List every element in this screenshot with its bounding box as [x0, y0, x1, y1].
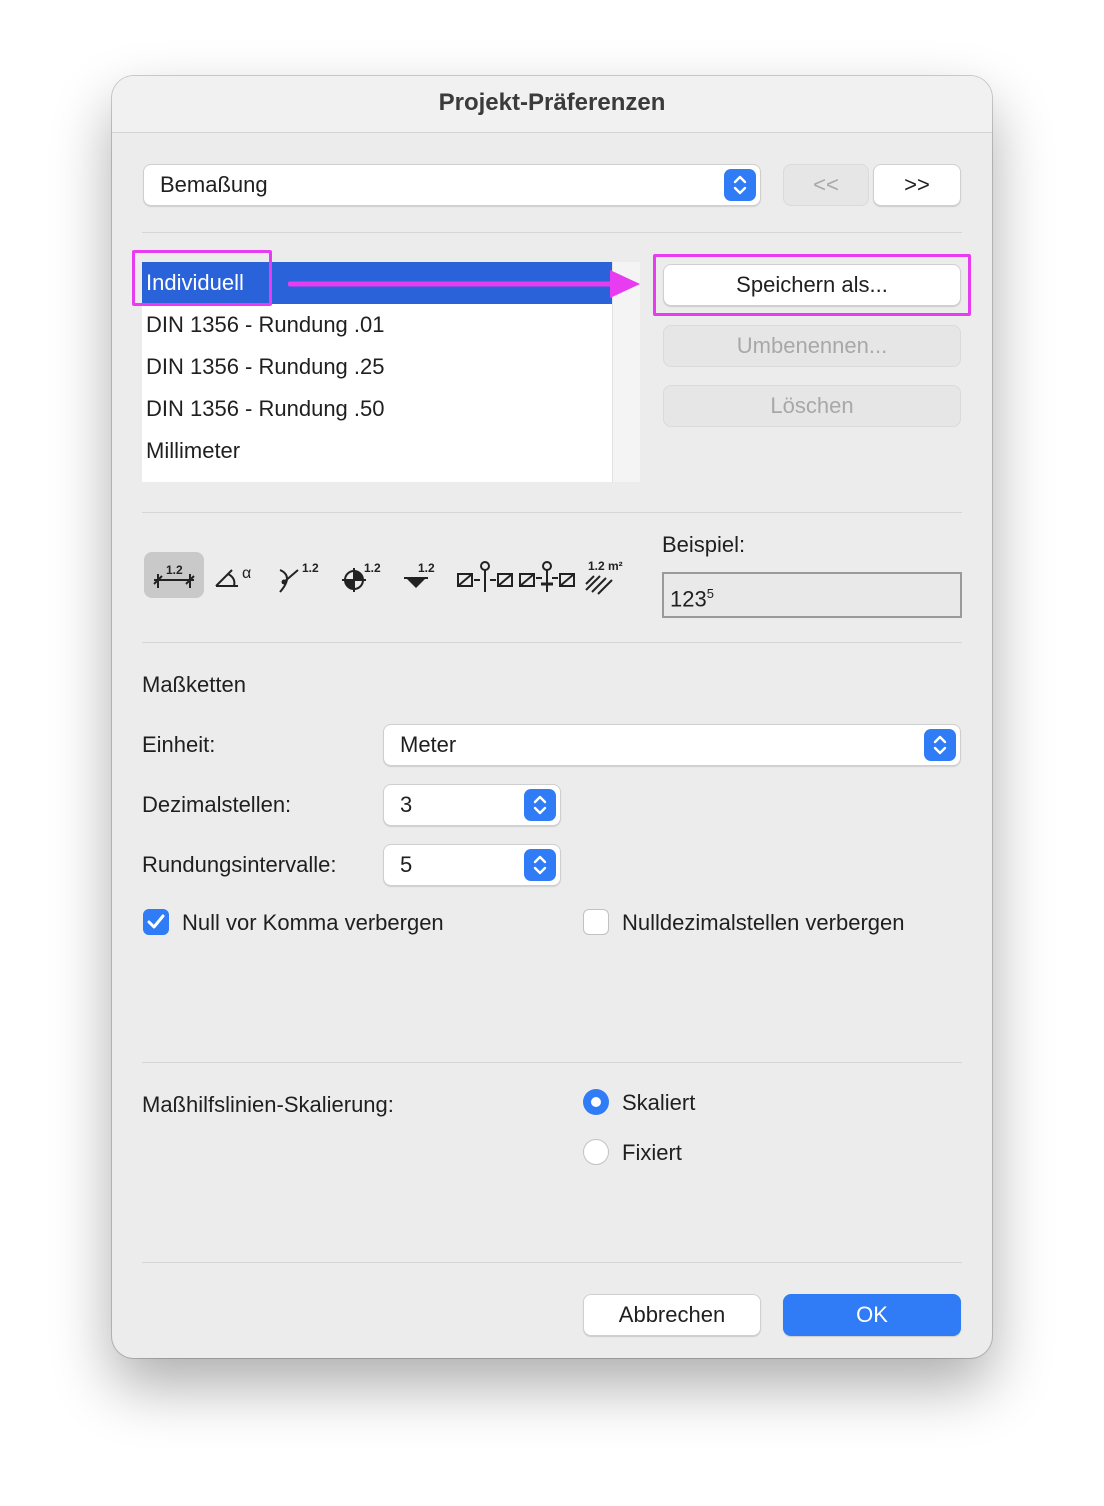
dimension-tool-bar: 1.2 α 1.2 1.2 1.2 1.2 m²	[144, 552, 634, 600]
hide-zero-checkbox[interactable]	[143, 909, 169, 935]
annotation-arrow-icon	[288, 270, 640, 298]
unit-popup[interactable]: Meter	[383, 724, 961, 766]
separator	[142, 642, 962, 643]
scaling-radio-scaled[interactable]	[583, 1089, 609, 1115]
category-popup-value: Bemaßung	[160, 172, 268, 197]
angle-dimension-icon[interactable]: α	[210, 552, 268, 598]
svg-text:α: α	[242, 565, 251, 582]
example-superscript: 5	[706, 586, 714, 601]
decimals-value: 3	[400, 792, 413, 817]
decimals-label: Dezimalstellen:	[142, 792, 292, 817]
door-window-dimension-icon[interactable]	[456, 552, 514, 598]
svg-text:1.2: 1.2	[166, 563, 183, 577]
rename-button[interactable]: Umbenennen...	[663, 325, 961, 367]
hide-zero-decimals-checkbox[interactable]	[583, 909, 609, 935]
rounding-stepper[interactable]: 5	[383, 844, 561, 886]
annotation-highlight-box	[653, 254, 971, 316]
preferences-dialog: Projekt-Präferenzen Bemaßung << >> Indiv…	[112, 76, 992, 1358]
linear-dimension-icon[interactable]: 1.2	[144, 552, 204, 598]
popup-arrows-icon	[924, 729, 956, 761]
separator	[142, 1262, 962, 1263]
example-label: Beispiel:	[662, 532, 746, 557]
svg-text:1.2: 1.2	[364, 561, 381, 575]
annotation-highlight-box	[132, 250, 272, 306]
radial-dimension-icon[interactable]: 1.2	[270, 552, 328, 598]
svg-text:1.2: 1.2	[418, 561, 435, 575]
section-title: Maßketten	[142, 672, 246, 697]
checkmark-icon	[147, 914, 165, 929]
separator	[142, 512, 962, 513]
example-value: 123	[670, 586, 707, 612]
scaling-option-scaled[interactable]: Skaliert	[622, 1090, 695, 1116]
ok-button[interactable]: OK	[783, 1294, 961, 1336]
scaling-radio-fixed[interactable]	[583, 1139, 609, 1165]
delete-button[interactable]: Löschen	[663, 385, 961, 427]
dialog-title: Projekt-Präferenzen	[112, 76, 992, 133]
category-popup[interactable]: Bemaßung	[143, 164, 761, 206]
popup-arrows-icon	[724, 169, 756, 201]
preset-item-din-50[interactable]: DIN 1356 - Rundung .50	[142, 388, 612, 430]
stepper-arrows-icon[interactable]	[524, 849, 556, 881]
hide-zero-decimals-label[interactable]: Nulldezimalstellen verbergen	[622, 910, 904, 936]
decimals-stepper[interactable]: 3	[383, 784, 561, 826]
stepper-arrows-icon[interactable]	[524, 789, 556, 821]
unit-label: Einheit:	[142, 732, 216, 757]
hide-zero-label[interactable]: Null vor Komma verbergen	[182, 910, 444, 936]
sill-height-dimension-icon[interactable]	[518, 552, 576, 598]
separator	[142, 1062, 962, 1063]
scaling-option-fixed[interactable]: Fixiert	[622, 1140, 682, 1166]
level-dimension-icon[interactable]: 1.2	[332, 552, 390, 598]
preset-item-din-25[interactable]: DIN 1356 - Rundung .25	[142, 346, 612, 388]
next-page-button[interactable]: >>	[873, 164, 961, 206]
cancel-button[interactable]: Abbrechen	[583, 1294, 761, 1336]
area-dimension-icon[interactable]: 1.2 m²	[580, 552, 638, 598]
separator	[142, 232, 962, 233]
svg-text:1.2: 1.2	[302, 561, 319, 575]
example-preview-field: 1235	[662, 572, 962, 618]
unit-popup-value: Meter	[400, 732, 457, 757]
previous-page-button[interactable]: <<	[783, 164, 869, 206]
scaling-label: Maßhilfslinien-Skalierung:	[142, 1092, 394, 1117]
elevation-dimension-icon[interactable]: 1.2	[394, 552, 452, 598]
rounding-value: 5	[400, 852, 413, 877]
svg-text:1.2 m²: 1.2 m²	[588, 559, 623, 573]
rounding-label: Rundungsintervalle:	[142, 852, 337, 877]
preset-item-millimeter[interactable]: Millimeter	[142, 430, 612, 472]
preset-item-din-01[interactable]: DIN 1356 - Rundung .01	[142, 304, 612, 346]
